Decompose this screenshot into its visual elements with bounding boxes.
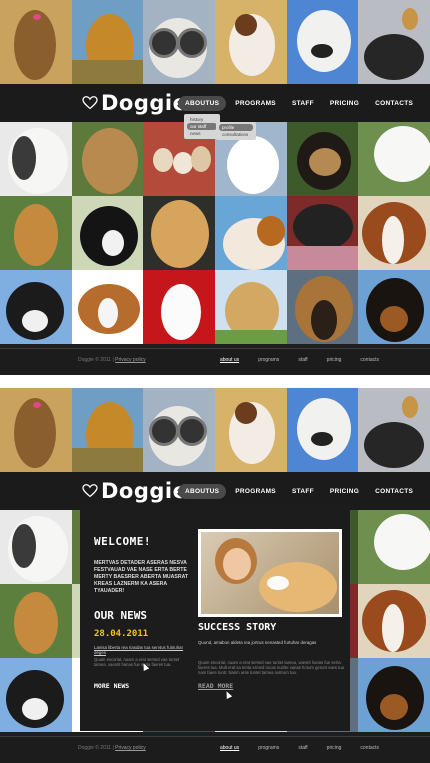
dog-photo [286,270,359,344]
dog-photo [286,196,359,270]
content-panel: WELCOME! MERTVAS DETADER ASERAS NESVA FE… [80,505,350,731]
nav-staff[interactable]: STAFF [285,484,321,499]
screenshot-home: Doggie ABOUTUS PROGRAMS STAFF PRICING CO… [0,0,430,375]
dog-photo [286,388,359,472]
dog-photo [0,0,72,84]
news-date: 28.04.2011 [94,629,149,639]
nav-about-us[interactable]: ABOUTUS [178,484,227,499]
footer-link-staff[interactable]: staff [298,745,307,751]
nav-staff[interactable]: STAFF [285,96,321,111]
nav-contacts[interactable]: CONTACTS [368,96,420,111]
privacy-policy-link[interactable]: Privacy policy [115,745,146,751]
top-photo-strip [0,0,430,84]
heart-logo-icon [82,484,98,498]
nav-pricing[interactable]: PRICING [323,96,366,111]
dog-photo [358,658,430,732]
heart-logo-icon [82,96,98,110]
dog-photo [143,0,216,84]
footer-link-about-us[interactable]: about us [220,357,239,363]
nav-pricing[interactable]: PRICING [323,484,366,499]
dog-photo [71,0,144,84]
dog-photo [358,0,430,84]
copyright-text: Doggie © 2011 | [78,357,114,363]
dog-photo [0,270,72,344]
logo[interactable]: Doggie [82,90,187,116]
nav-about-us[interactable]: ABOUTUS [178,96,227,111]
cursor-icon [223,690,233,699]
dog-photo [358,196,430,270]
dog-photo [0,510,72,584]
dog-photo [143,196,215,270]
news-title: OUR NEWS [94,609,147,622]
more-news-link[interactable]: MORE NEWS [94,682,129,690]
dropdown-item-our-staff[interactable]: our staff [187,123,217,130]
dog-photo [0,122,72,196]
dog-photo [0,196,72,270]
dog-photo [358,270,430,344]
privacy-policy-link[interactable]: Privacy policy [115,357,146,363]
footer-link-contacts[interactable]: contacts [360,745,379,751]
dog-photo-grid [0,122,430,344]
dog-photo [214,270,287,344]
logo-text: Doggie [101,479,188,503]
nav-contacts[interactable]: CONTACTS [368,484,420,499]
site-footer: Doggie © 2011 | Privacy policy about us … [0,736,430,763]
news-link[interactable]: Lanisa liberta rea riasdas tua servtus f… [94,645,190,656]
welcome-text: MERTVAS DETADER ASERAS NESVA FESTVAUAD V… [94,560,189,594]
submenu-item-profile[interactable]: profile [219,124,253,131]
dog-photo [358,388,430,472]
dog-photo [143,388,216,472]
success-story-photo [198,529,342,617]
logo-text: Doggie [101,91,188,115]
footer-link-contacts[interactable]: contacts [360,357,379,363]
separator [0,375,430,388]
dog-photo [215,388,287,472]
read-more-link[interactable]: READ MORE [198,682,233,690]
main-nav: ABOUTUS PROGRAMS STAFF PRICING CONTACTS [178,484,420,499]
footer-link-about-us[interactable]: about us [220,745,239,751]
main-nav: ABOUTUS PROGRAMS STAFF PRICING CONTACTS [178,96,420,111]
dog-photo [214,196,287,270]
copyright-text: Doggie © 2011 | [78,745,114,751]
dog-photo [71,196,144,270]
our-staff-submenu: profile consultations [216,122,256,140]
dropdown-item-history[interactable]: history [187,116,217,123]
dog-photo [215,0,287,84]
about-us-dropdown: history our staff news [184,114,220,139]
dog-photo [358,584,430,658]
logo[interactable]: Doggie [82,478,187,504]
footer-nav: about us programs staff pricing contacts [220,357,379,363]
success-title: SUCCESS STORY [198,622,277,633]
welcome-title: WELCOME! [94,535,151,548]
dog-photo [286,122,359,196]
nav-programs[interactable]: PROGRAMS [228,96,283,111]
nav-programs[interactable]: PROGRAMS [228,484,283,499]
dog-photo [0,584,72,658]
success-body: Quam escoriat, nuam a erat sersed vae tu… [198,660,344,676]
submenu-item-consultations[interactable]: consultations [219,131,253,138]
dog-photo [0,658,72,732]
footer-link-programs[interactable]: programs [258,357,279,363]
site-footer: Doggie © 2011 | Privacy policy about us … [0,348,430,375]
footer-nav: about us programs staff pricing contacts [220,745,379,751]
copyright: Doggie © 2011 | Privacy policy [78,745,146,751]
dog-photo [358,122,430,196]
copyright: Doggie © 2011 | Privacy policy [78,357,146,363]
dog-photo [358,510,430,584]
top-photo-strip [0,388,430,472]
footer-link-programs[interactable]: programs [258,745,279,751]
dog-photo [143,270,215,344]
footer-link-pricing[interactable]: pricing [327,745,342,751]
footer-link-staff[interactable]: staff [298,357,307,363]
success-lead: Quond, amabon aldeta rea jortrus nenaste… [198,640,317,645]
footer-link-pricing[interactable]: pricing [327,357,342,363]
dropdown-item-news[interactable]: news [187,130,217,137]
dog-photo [71,122,144,196]
dog-photo [286,0,359,84]
dog-photo [71,270,144,344]
dog-photo [0,388,72,472]
dog-photo [71,388,144,472]
